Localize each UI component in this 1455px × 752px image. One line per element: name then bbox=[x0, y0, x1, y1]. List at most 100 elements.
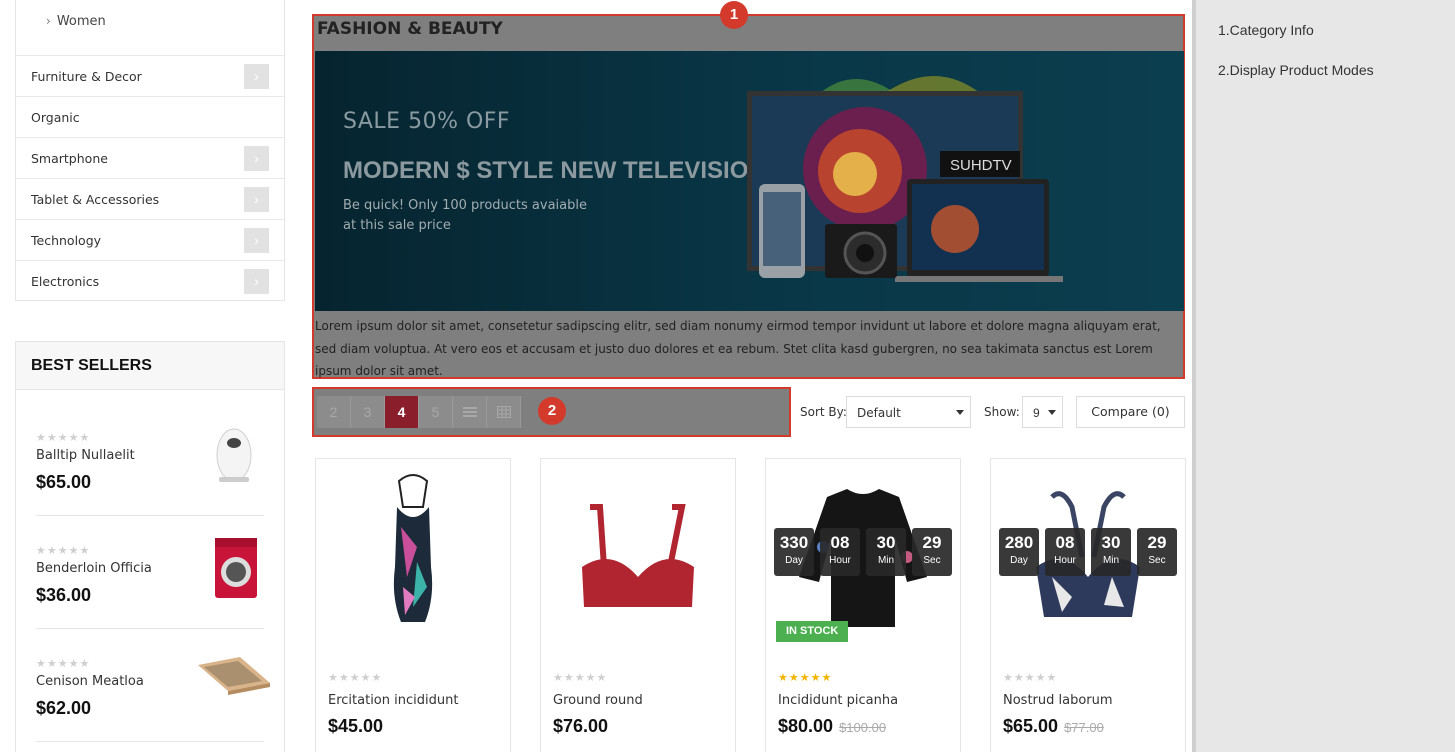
show-label: Show: bbox=[984, 405, 1020, 419]
divider bbox=[36, 741, 264, 742]
product-card[interactable]: ★★★★★ Ground round $76.00 bbox=[540, 458, 736, 752]
old-price: $77.00 bbox=[1064, 720, 1104, 735]
category-menu: › ›Women Furniture & Decor › Organic Sma… bbox=[15, 0, 285, 301]
column-4-button[interactable]: 4 bbox=[385, 396, 419, 428]
product-name[interactable]: Nostrud laborum bbox=[1003, 693, 1113, 708]
chevron-right-icon[interactable]: › bbox=[244, 269, 269, 294]
subcategory-item-watches-partial[interactable]: › bbox=[46, 0, 57, 4]
product-card[interactable]: 330 Day 08 Hour 30 Min 29 Sec IN STOCK ★★★★★… bbox=[765, 458, 961, 752]
countdown-minutes: 30 Min bbox=[866, 528, 906, 576]
countdown-hours: 08 Hour bbox=[820, 528, 860, 576]
rating-stars: ★★★★★ bbox=[328, 672, 383, 684]
sidebar-item-label: Technology bbox=[31, 233, 102, 248]
best-sellers-widget: BEST SELLERS ★★★★★ Balltip Nullaelit $65… bbox=[15, 341, 285, 752]
sidebar-item-label: Tablet & Accessories bbox=[31, 192, 160, 207]
deal-countdown: 330 Day 08 Hour 30 Min 29 Sec bbox=[774, 528, 952, 576]
bikini-top-image[interactable] bbox=[542, 467, 734, 647]
sort-label: Sort By: bbox=[800, 405, 847, 419]
best-seller-item[interactable]: ★★★★★ Balltip Nullaelit $65.00 bbox=[36, 428, 264, 544]
product-card[interactable]: 280 Day 08 Hour 30 Min 29 Sec ★★★★★ Nostrud … bbox=[990, 458, 1186, 752]
divider bbox=[36, 628, 264, 629]
product-name[interactable]: Ground round bbox=[553, 693, 643, 708]
chevron-right-icon[interactable]: › bbox=[244, 146, 269, 171]
category-description: Lorem ipsum dolor sit amet, consetetur s… bbox=[315, 319, 1161, 378]
old-price: $100.00 bbox=[839, 720, 887, 735]
compare-button[interactable]: Compare (0) bbox=[1076, 396, 1185, 428]
best-sellers-title: BEST SELLERS bbox=[31, 357, 152, 374]
laptop-image[interactable] bbox=[194, 647, 274, 717]
divider bbox=[36, 515, 264, 516]
product-price: $76.00 bbox=[553, 716, 609, 736]
sidebar-item-electronics[interactable]: Electronics › bbox=[16, 260, 284, 301]
product-price: $62.00 bbox=[36, 698, 92, 718]
sidebar-item-label: Organic bbox=[31, 110, 80, 125]
rating-stars: ★★★★★ bbox=[553, 672, 608, 684]
best-seller-item[interactable]: ★★★★★ Benderloin Officia $36.00 bbox=[36, 538, 264, 657]
sidebar-item-label: Smartphone bbox=[31, 151, 108, 166]
countdown-seconds: 29 Sec bbox=[912, 528, 952, 576]
best-seller-item[interactable]: ★★★★★ Cenison Meatloa $62.00 bbox=[36, 657, 270, 752]
chevron-right-icon[interactable]: › bbox=[244, 228, 269, 253]
sidebar-item-label: Electronics bbox=[31, 274, 100, 289]
sidebar-item-organic[interactable]: Organic bbox=[16, 96, 284, 137]
swimsuit-image[interactable] bbox=[317, 467, 509, 647]
product-price: $45.00 bbox=[328, 716, 384, 736]
tv-brand-label: SUHDTV bbox=[950, 157, 1012, 174]
annotation-legend-panel: 1.Category Info 2.Display Product Modes bbox=[1192, 0, 1455, 752]
speaker-image[interactable] bbox=[194, 421, 274, 491]
rating-stars: ★★★★★ bbox=[36, 658, 91, 670]
product-name[interactable]: Balltip Nullaelit bbox=[36, 448, 135, 463]
page: › ›Women Furniture & Decor › Organic Sma… bbox=[0, 0, 1455, 752]
tv-devices-image: SUHDTV bbox=[747, 76, 1063, 282]
product-price: $65.00 $77.00 bbox=[1003, 716, 1104, 736]
chevron-down-icon bbox=[1048, 410, 1056, 415]
product-price: $65.00 bbox=[36, 472, 92, 492]
rating-stars: ★★★★★ bbox=[36, 545, 91, 557]
product-name[interactable]: Incididunt picanha bbox=[778, 693, 898, 708]
annotation-badge-2: 2 bbox=[538, 397, 566, 425]
best-sellers-header: BEST SELLERS bbox=[16, 342, 284, 390]
washing-machine-image[interactable] bbox=[194, 534, 274, 604]
deal-countdown: 280 Day 08 Hour 30 Min 29 Sec bbox=[999, 528, 1177, 576]
product-name[interactable]: Benderloin Officia bbox=[36, 561, 152, 576]
category-info-highlight: FASHION & BEAUTY SALE 50% OFF MODERN $ S… bbox=[312, 14, 1185, 379]
annotation-badge-1: 1 bbox=[720, 1, 748, 29]
category-title: FASHION & BEAUTY bbox=[317, 19, 503, 39]
grid-view-icon[interactable] bbox=[487, 396, 521, 428]
countdown-days: 280 Day bbox=[999, 528, 1039, 576]
sidebar-item-furniture[interactable]: Furniture & Decor › bbox=[16, 55, 284, 96]
countdown-hours: 08 Hour bbox=[1045, 528, 1085, 576]
countdown-seconds: 29 Sec bbox=[1137, 528, 1177, 576]
countdown-days: 330 Day bbox=[774, 528, 814, 576]
product-price: $36.00 bbox=[36, 585, 92, 605]
product-price: $80.00 $100.00 bbox=[778, 716, 887, 736]
banner-headline: MODERN $ STYLE NEW TELEVISION bbox=[343, 157, 766, 184]
chevron-right-icon[interactable]: › bbox=[244, 187, 269, 212]
subcategory-item-women[interactable]: › Women bbox=[46, 14, 106, 29]
banner-subtext: Be quick! Only 100 products avaiable at … bbox=[343, 198, 587, 233]
column-2-button[interactable]: 2 bbox=[317, 396, 351, 428]
sidebar-item-technology[interactable]: Technology › bbox=[16, 219, 284, 260]
list-view-icon[interactable] bbox=[453, 396, 487, 428]
product-name[interactable]: Cenison Meatloa bbox=[36, 674, 144, 689]
rating-stars: ★★★★★ bbox=[36, 432, 91, 444]
sort-select[interactable]: Default bbox=[846, 396, 971, 428]
legend-item-display-modes: 2.Display Product Modes bbox=[1218, 62, 1374, 78]
show-select[interactable]: 9 bbox=[1022, 396, 1063, 428]
in-stock-badge: IN STOCK bbox=[776, 621, 849, 642]
sidebar-item-smartphone[interactable]: Smartphone › bbox=[16, 137, 284, 178]
category-banner[interactable]: SALE 50% OFF MODERN $ STYLE NEW TELEVISI… bbox=[315, 51, 1184, 311]
chevron-right-icon[interactable]: › bbox=[244, 64, 269, 89]
product-name[interactable]: Ercitation incididunt bbox=[328, 693, 458, 708]
chevron-right-icon: › bbox=[46, 14, 51, 28]
sidebar-item-label: Furniture & Decor bbox=[31, 69, 142, 84]
product-card[interactable]: ★★★★★ Ercitation incididunt $45.00 bbox=[315, 458, 511, 752]
countdown-minutes: 30 Min bbox=[1091, 528, 1131, 576]
legend-item-category-info: 1.Category Info bbox=[1218, 22, 1314, 38]
rating-stars: ★★★★★ bbox=[778, 672, 833, 684]
column-3-button[interactable]: 3 bbox=[351, 396, 385, 428]
banner-sale-text: SALE 50% OFF bbox=[343, 109, 511, 134]
chevron-down-icon bbox=[956, 410, 964, 415]
column-5-button[interactable]: 5 bbox=[419, 396, 453, 428]
sidebar-item-tablet[interactable]: Tablet & Accessories › bbox=[16, 178, 284, 219]
